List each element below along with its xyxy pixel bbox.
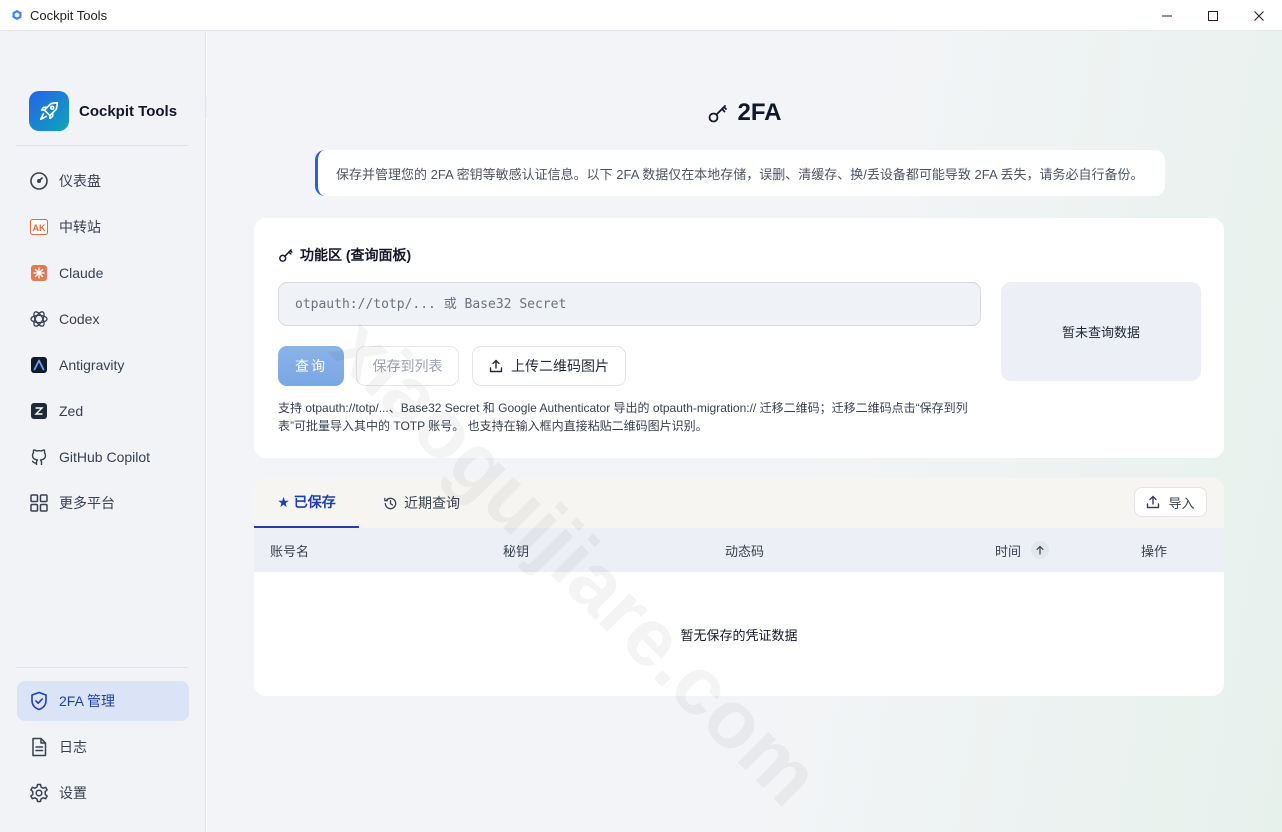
sidebar-item-label: 中转站	[59, 219, 101, 235]
column-header-time-label: 时间	[995, 543, 1022, 559]
minimize-icon	[1162, 15, 1172, 16]
sidebar-item-github-copilot[interactable]: GitHub Copilot	[17, 437, 189, 477]
github-icon	[29, 447, 49, 467]
maximize-button[interactable]	[1190, 0, 1236, 31]
upload-icon	[489, 359, 503, 373]
notice-text: 保存并管理您的 2FA 密钥等敏感认证信息。以下 2FA 数据仅在本地存储，误删…	[336, 166, 1144, 182]
query-result-box: 暂未查询数据	[1001, 282, 1201, 381]
brand[interactable]: Cockpit Tools	[29, 91, 177, 131]
antigravity-icon	[29, 355, 49, 375]
import-button[interactable]: 导入	[1134, 487, 1207, 517]
shield-icon	[29, 691, 49, 711]
tab-saved[interactable]: ★ 已保存	[254, 478, 359, 528]
zed-icon	[29, 401, 49, 421]
notice-banner: 保存并管理您的 2FA 密钥等敏感认证信息。以下 2FA 数据仅在本地存储，误删…	[315, 150, 1165, 196]
secret-input[interactable]	[278, 282, 981, 326]
sidebar-item-label: 仪表盘	[59, 173, 101, 189]
column-header-time[interactable]: 时间	[995, 528, 1050, 572]
sidebar-item-more-platforms[interactable]: 更多平台	[17, 483, 189, 523]
sort-ascending-icon[interactable]	[1031, 541, 1050, 559]
sidebar-item-relay[interactable]: AK 中转站	[17, 207, 189, 247]
sidebar-item-codex[interactable]: Codex	[17, 299, 189, 339]
sidebar-item-dashboard[interactable]: 仪表盘	[17, 161, 189, 201]
import-label: 导入	[1168, 495, 1195, 511]
gauge-icon	[29, 171, 49, 191]
help-text: 支持 otpauth://totp/...、Base32 Secret 和 Go…	[278, 401, 968, 433]
key-icon	[707, 102, 729, 124]
close-button[interactable]	[1236, 0, 1282, 31]
sidebar-item-label: Antigravity	[59, 357, 125, 373]
sidebar-divider	[16, 667, 188, 668]
maximize-icon	[1208, 10, 1218, 21]
app-icon	[10, 8, 24, 22]
upload-icon	[1146, 495, 1160, 509]
rocket-logo-icon	[29, 91, 69, 131]
page-title-text: 2FA	[737, 99, 782, 126]
sidebar-bottom-nav: 2FA 管理 日志 设置	[17, 681, 189, 819]
sidebar-item-label: Codex	[59, 311, 100, 327]
query-panel-title-text: 功能区 (查询面板)	[300, 247, 412, 263]
credentials-panel: ★ 已保存 近期查询 导入 账号名 秘钥 动态码 时间 操作 暂无保存的凭证数据	[254, 478, 1224, 696]
page-title: 2FA	[207, 99, 1282, 127]
claude-icon	[29, 263, 49, 283]
sidebar-nav: 仪表盘 AK 中转站 Claude Codex Antigravity Zed …	[17, 161, 189, 529]
window-title: Cockpit Tools	[30, 7, 108, 23]
sidebar-item-label: 更多平台	[59, 495, 115, 511]
column-header-actions: 操作	[1141, 543, 1168, 559]
tab-bar: ★ 已保存 近期查询 导入	[254, 478, 1224, 528]
empty-state-text: 暂无保存的凭证数据	[680, 627, 798, 643]
column-header-secret: 秘钥	[503, 543, 530, 559]
minimize-button[interactable]	[1144, 0, 1190, 31]
sidebar: Cockpit Tools 仪表盘 AK 中转站 Claude Codex An…	[0, 31, 206, 832]
query-button[interactable]: 查询	[278, 346, 344, 386]
upload-qr-button[interactable]: 上传二维码图片	[472, 346, 626, 386]
query-result-empty-text: 暂未查询数据	[1061, 325, 1140, 340]
sidebar-item-label: Zed	[59, 403, 84, 419]
column-header-account: 账号名	[270, 543, 310, 559]
sidebar-item-label: Claude	[59, 265, 104, 281]
history-icon	[383, 496, 398, 511]
main-content: 2FA 保存并管理您的 2FA 密钥等敏感认证信息。以下 2FA 数据仅在本地存…	[207, 31, 1282, 832]
empty-state: 暂无保存的凭证数据	[254, 572, 1224, 696]
table-header: 账号名 秘钥 动态码 时间 操作	[254, 528, 1224, 572]
column-header-code: 动态码	[725, 543, 765, 559]
sidebar-item-label: 2FA 管理	[59, 693, 116, 709]
title-bar: Cockpit Tools	[0, 0, 1282, 31]
brand-name: Cockpit Tools	[79, 102, 178, 120]
sidebar-item-2fa[interactable]: 2FA 管理	[17, 681, 189, 721]
tab-recent-queries[interactable]: 近期查询	[383, 478, 460, 528]
sidebar-item-antigravity[interactable]: Antigravity	[17, 345, 189, 385]
sidebar-item-claude[interactable]: Claude	[17, 253, 189, 293]
query-panel-title: 功能区 (查询面板)	[278, 245, 411, 265]
key-icon	[278, 247, 294, 263]
gear-icon	[29, 783, 49, 803]
close-icon	[1254, 10, 1264, 21]
tab-recent-label: 近期查询	[404, 495, 460, 511]
sidebar-item-label: 设置	[59, 785, 87, 801]
sidebar-divider	[16, 145, 188, 146]
grid-icon	[29, 493, 49, 513]
document-icon	[29, 737, 49, 757]
sidebar-item-label: GitHub Copilot	[59, 449, 151, 465]
openai-icon	[29, 309, 49, 329]
sidebar-item-settings[interactable]: 设置	[17, 773, 189, 813]
query-panel: 功能区 (查询面板) 查询 保存到列表 上传二维码图片 支持 otpauth:/…	[254, 218, 1224, 458]
svg-text:AK: AK	[33, 223, 46, 233]
upload-qr-label: 上传二维码图片	[511, 358, 609, 374]
sidebar-item-logs[interactable]: 日志	[17, 727, 189, 767]
sidebar-item-zed[interactable]: Zed	[17, 391, 189, 431]
save-to-list-button[interactable]: 保存到列表	[356, 346, 459, 386]
sidebar-item-label: 日志	[59, 739, 87, 755]
ak-badge-icon: AK	[29, 217, 49, 237]
